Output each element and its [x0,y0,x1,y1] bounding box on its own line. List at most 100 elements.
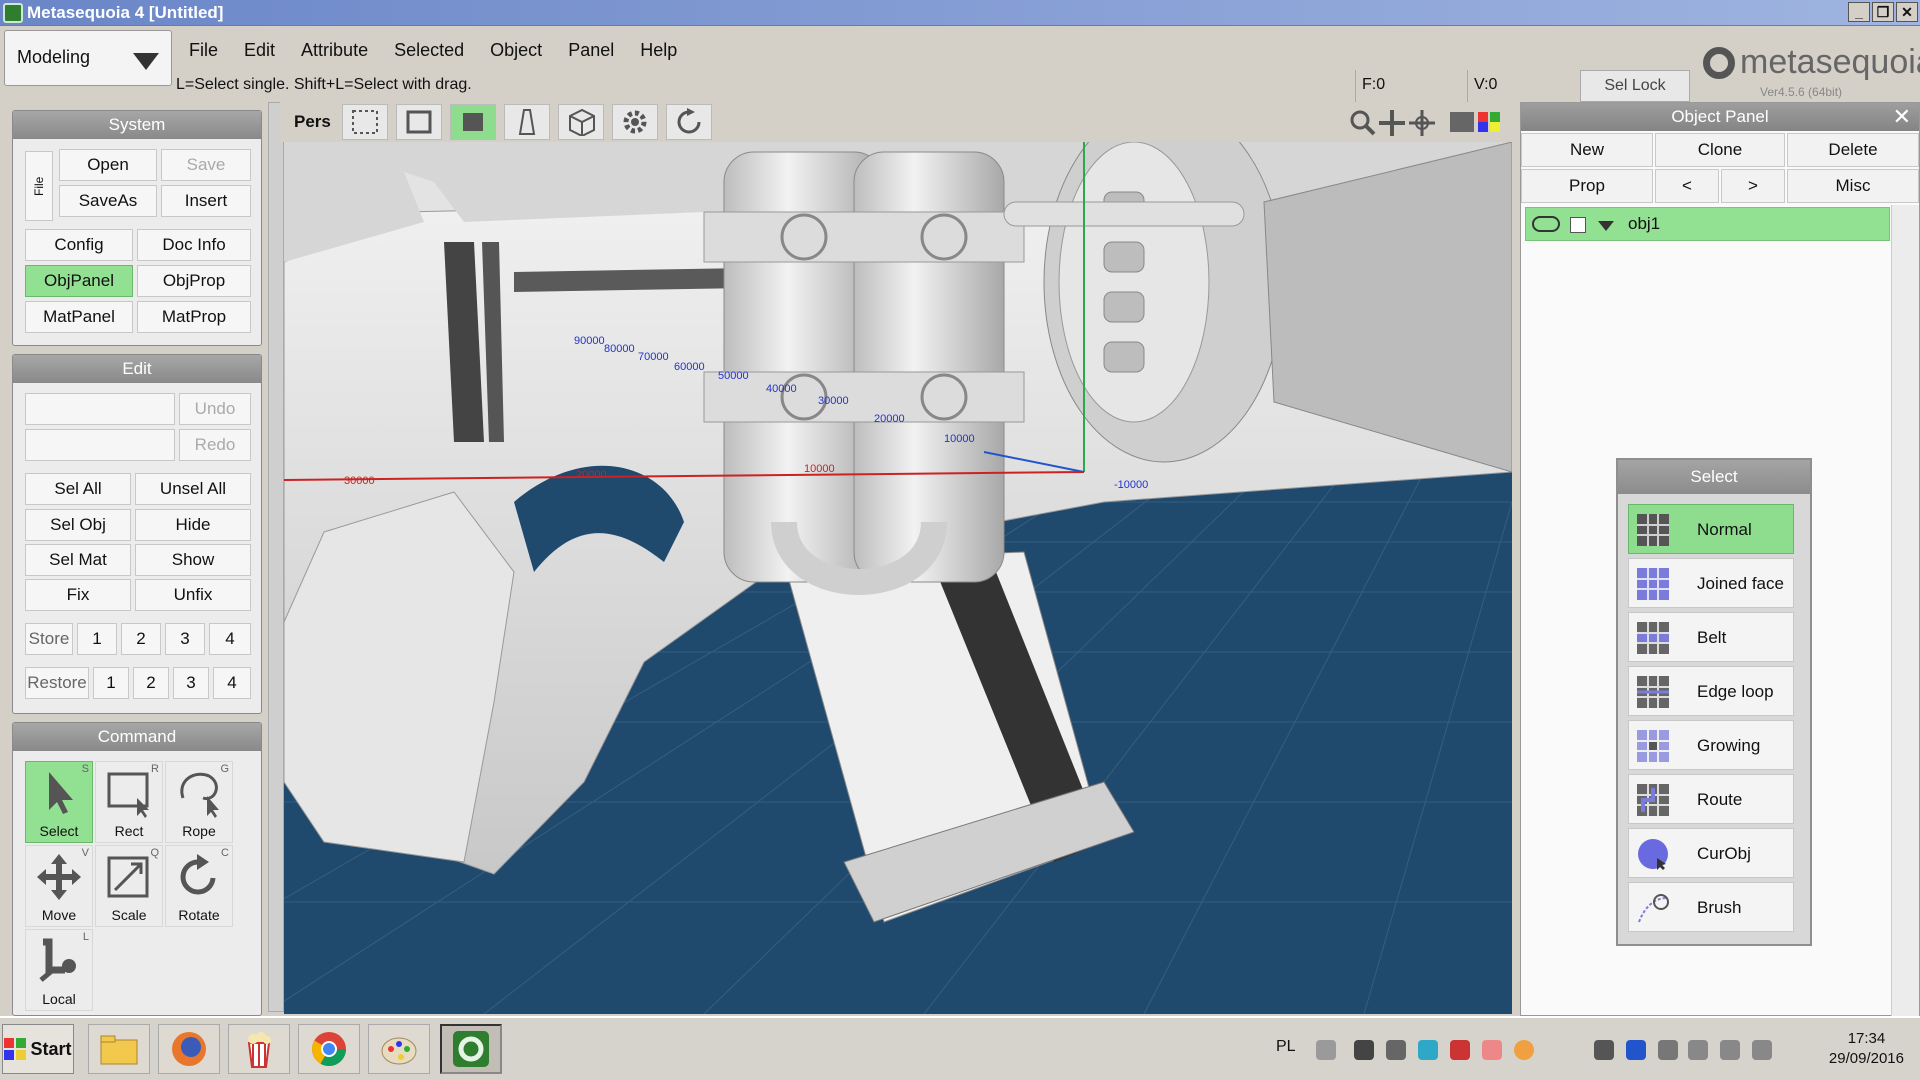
open-button[interactable]: Open [59,149,157,181]
taskbar-firefox[interactable] [158,1024,220,1074]
shading-button[interactable] [504,104,550,140]
settings-button[interactable] [612,104,658,140]
select-mode-belt[interactable]: Belt [1628,612,1794,662]
move-tool-button[interactable]: V Move [25,845,93,927]
matprop-button[interactable]: MatProp [137,301,251,333]
object-list-scrollbar[interactable] [1891,205,1919,1017]
face-display-button[interactable] [450,104,496,140]
3d-viewport[interactable]: 90000 80000 70000 60000 50000 40000 3000… [284,142,1512,1014]
scale-tool-button[interactable]: Q Scale [95,845,163,927]
vertex-display-button[interactable] [342,104,388,140]
gamepad-tray-icon[interactable] [1354,1040,1374,1060]
antivirus-tray-icon[interactable] [1450,1040,1470,1060]
mode-dropdown[interactable]: Modeling [4,30,172,86]
menu-object[interactable]: Object [477,30,555,70]
clone-object-button[interactable]: Clone [1655,133,1785,167]
viewport-scrollbar[interactable] [268,102,284,1012]
wireframe-display-button[interactable] [396,104,442,140]
doc-info-button[interactable]: Doc Info [137,229,251,261]
hide-button[interactable]: Hide [135,509,251,541]
network-tray-icon[interactable] [1688,1040,1708,1060]
orange-tray-icon[interactable] [1514,1040,1534,1060]
flag-tray-icon[interactable] [1752,1040,1772,1060]
show-button[interactable]: Show [135,544,251,576]
language-indicator[interactable]: PL [1276,1038,1296,1056]
next-object-button[interactable]: > [1721,169,1785,203]
reset-view-button[interactable] [666,104,712,140]
lock-checkbox[interactable] [1570,217,1586,233]
keyboard-tray-icon[interactable] [1316,1040,1336,1060]
taskbar-paint[interactable] [368,1024,430,1074]
unfix-button[interactable]: Unfix [135,579,251,611]
select-mode-joined-face[interactable]: Joined face [1628,558,1794,608]
select-mode-curobj[interactable]: CurObj [1628,828,1794,878]
prev-object-button[interactable]: < [1655,169,1719,203]
fix-button[interactable]: Fix [25,579,131,611]
objprop-button[interactable]: ObjProp [137,265,251,297]
clock[interactable]: 17:34 29/09/2016 [1829,1029,1904,1069]
restore-slot-2[interactable]: 2 [133,667,169,699]
menu-edit[interactable]: Edit [231,30,288,70]
sync-tray-icon[interactable] [1386,1040,1406,1060]
rect-tool-button[interactable]: R Rect [95,761,163,843]
visibility-eye-icon[interactable] [1532,216,1560,232]
menu-help[interactable]: Help [627,30,690,70]
bluetooth-tray-icon[interactable] [1626,1040,1646,1060]
start-button[interactable]: Start [2,1024,74,1074]
display-tray-icon[interactable] [1594,1040,1614,1060]
prop-button[interactable]: Prop [1521,169,1653,203]
close-icon[interactable]: ✕ [1893,103,1911,131]
sel-mat-button[interactable]: Sel Mat [25,544,131,576]
unsel-all-button[interactable]: Unsel All [135,473,251,505]
store-slot-3[interactable]: 3 [165,623,205,655]
object-row[interactable]: obj1 [1525,207,1890,241]
local-tool-button[interactable]: L Local [25,929,93,1011]
matpanel-button[interactable]: MatPanel [25,301,133,333]
rotate-view-icon[interactable] [1409,110,1435,136]
sel-all-button[interactable]: Sel All [25,473,131,505]
new-object-button[interactable]: New [1521,133,1653,167]
select-mode-route[interactable]: Route [1628,774,1794,824]
taskbar-metasequoia[interactable] [440,1024,502,1074]
redo-button[interactable]: Redo [179,429,251,461]
restore-slot-3[interactable]: 3 [173,667,209,699]
file-tab[interactable]: File [25,151,53,221]
undo-button[interactable]: Undo [179,393,251,425]
config-button[interactable]: Config [25,229,133,261]
select-mode-growing[interactable]: Growing [1628,720,1794,770]
box-display-button[interactable] [558,104,604,140]
multi-view-icon[interactable] [1450,112,1500,132]
close-button[interactable]: ✕ [1896,2,1918,22]
sel-lock-button[interactable]: Sel Lock [1580,70,1690,102]
restore-slot-1[interactable]: 1 [93,667,129,699]
store-slot-1[interactable]: 1 [77,623,117,655]
save-button[interactable]: Save [161,149,251,181]
select-mode-edge-loop[interactable]: Edge loop [1628,666,1794,716]
menu-attribute[interactable]: Attribute [288,30,381,70]
menu-file[interactable]: File [176,30,231,70]
store-slot-2[interactable]: 2 [121,623,161,655]
app-tray-icon[interactable] [1482,1040,1502,1060]
minimize-button[interactable]: _ [1848,2,1870,22]
select-mode-normal[interactable]: Normal [1628,504,1794,554]
sel-obj-button[interactable]: Sel Obj [25,509,131,541]
misc-button[interactable]: Misc [1787,169,1919,203]
taskbar-chrome[interactable] [298,1024,360,1074]
insert-button[interactable]: Insert [161,185,251,217]
projection-toggle[interactable]: Pers [294,112,331,132]
rotate-tool-button[interactable]: C Rotate [165,845,233,927]
taskbar-explorer[interactable] [88,1024,150,1074]
taskbar-popcorn[interactable] [228,1024,290,1074]
objpanel-button[interactable]: ObjPanel [25,265,133,297]
restore-slot-4[interactable]: 4 [213,667,251,699]
store-slot-4[interactable]: 4 [209,623,251,655]
select-tool-button[interactable]: S Select [25,761,93,843]
expand-triangle-icon[interactable] [1598,221,1614,231]
saveas-button[interactable]: SaveAs [59,185,157,217]
zoom-icon[interactable] [1350,110,1376,136]
shield-tray-icon[interactable] [1418,1040,1438,1060]
maximize-button[interactable]: ❐ [1872,2,1894,22]
pan-icon[interactable] [1379,110,1405,136]
volume-tray-icon[interactable] [1720,1040,1740,1060]
select-mode-brush[interactable]: Brush [1628,882,1794,932]
